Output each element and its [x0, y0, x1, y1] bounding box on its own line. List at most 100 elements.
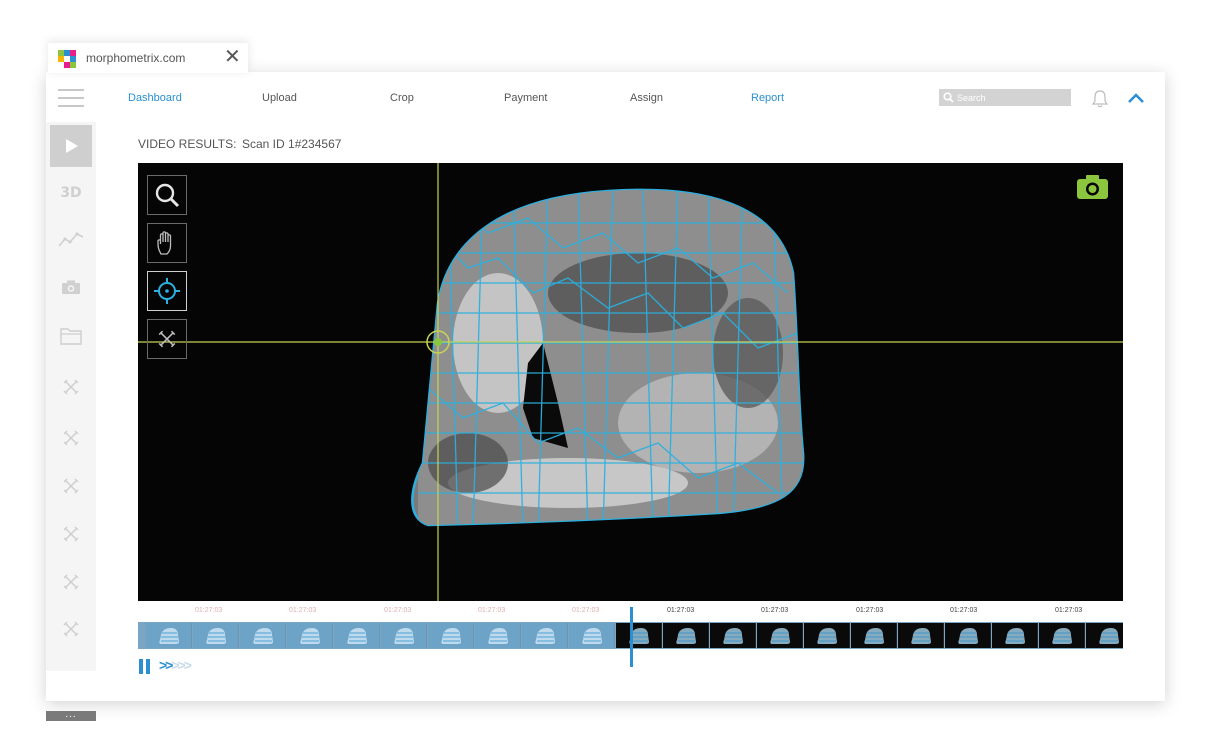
frame-thumbnail-icon — [487, 627, 508, 644]
timestamp-label: 01:27:03 — [950, 607, 978, 614]
video-frame-thumbnail[interactable] — [1086, 623, 1123, 648]
frame-thumbnail-icon — [957, 627, 978, 644]
sidebar-item-camera[interactable] — [50, 266, 92, 308]
nav-assign[interactable]: Assign — [630, 92, 663, 104]
tools-tool[interactable] — [147, 319, 187, 359]
zoom-icon — [155, 183, 180, 208]
video-frame-thumbnail[interactable] — [193, 623, 239, 648]
timestamp-label: 01:27:03 — [478, 607, 506, 614]
tools-icon — [63, 574, 79, 590]
close-icon[interactable]: ✕ — [224, 47, 241, 67]
frame-thumbnail-icon — [769, 627, 790, 644]
video-frame-thumbnail[interactable] — [616, 623, 662, 648]
video-frame-thumbnail[interactable] — [475, 623, 521, 648]
sidebar-item-tools-3[interactable] — [50, 465, 92, 507]
frame-thumbnail-icon — [863, 627, 884, 644]
tools-icon — [63, 430, 79, 446]
frame-thumbnail-icon — [1051, 627, 1072, 644]
video-frame-thumbnail[interactable] — [710, 623, 756, 648]
3d-icon: 3D — [60, 185, 82, 201]
video-viewer[interactable] — [138, 163, 1123, 601]
crosshair-tool[interactable] — [147, 271, 187, 311]
crosshair-icon — [154, 278, 180, 304]
video-frame-thumbnail[interactable] — [381, 623, 427, 648]
frame-thumbnail-icon — [346, 627, 367, 644]
frame-thumbnail-icon — [1098, 627, 1119, 644]
frame-thumbnail-icon — [581, 627, 602, 644]
nav-payment[interactable]: Payment — [504, 92, 547, 104]
timestamp-label: 01:27:03 — [1055, 607, 1083, 614]
scan-id: Scan ID 1#234567 — [242, 137, 342, 151]
hand-icon — [157, 231, 172, 255]
search-box[interactable] — [939, 89, 1071, 106]
sidebar-item-tools-1[interactable] — [50, 366, 92, 408]
pause-button[interactable] — [139, 659, 153, 674]
video-frame-thumbnail[interactable] — [334, 623, 380, 648]
video-frame-thumbnail[interactable] — [757, 623, 803, 648]
sidebar-item-folder[interactable] — [50, 315, 92, 357]
line-chart-icon — [58, 232, 84, 247]
video-frame-thumbnail[interactable] — [898, 623, 944, 648]
timestamp-label: 01:27:03 — [761, 607, 789, 614]
frame-thumbnail-icon — [675, 627, 696, 644]
video-frame-thumbnail[interactable] — [663, 623, 709, 648]
menu-icon[interactable] — [58, 89, 84, 107]
video-frame-thumbnail[interactable] — [1039, 623, 1085, 648]
video-frame-thumbnail[interactable] — [287, 623, 333, 648]
frame-thumbnail-icon — [252, 627, 273, 644]
bell-icon[interactable] — [1091, 89, 1109, 109]
tools-icon — [63, 478, 79, 494]
camera-icon[interactable] — [1077, 174, 1108, 199]
sidebar-item-tools-2[interactable] — [50, 417, 92, 459]
app-window: Dashboard Upload Crop Payment Assign Rep… — [46, 72, 1165, 721]
video-frame-thumbnail[interactable] — [522, 623, 568, 648]
timestamp-label: 01:27:03 — [856, 607, 884, 614]
timeline-playhead[interactable] — [629, 607, 633, 667]
ultrasound-image[interactable] — [138, 163, 1123, 601]
nav-crop[interactable]: Crop — [390, 92, 414, 104]
video-frame-thumbnail[interactable] — [804, 623, 850, 648]
pan-tool[interactable] — [147, 223, 187, 263]
camera-icon — [62, 280, 80, 294]
frame-thumbnail-icon — [722, 627, 743, 644]
search-input[interactable] — [957, 89, 1067, 106]
frame-thumbnail-icon — [205, 627, 226, 644]
sidebar-item-play[interactable] — [50, 125, 92, 167]
frame-thumbnail-icon — [158, 627, 179, 644]
play-icon — [66, 139, 78, 153]
tools-icon — [63, 526, 79, 542]
more-button[interactable]: ... — [46, 710, 96, 721]
sidebar-item-3d[interactable]: 3D — [50, 172, 92, 214]
chevron-up-icon[interactable] — [1127, 92, 1145, 104]
timestamp-label: 01:27:03 — [289, 607, 317, 614]
search-icon — [943, 92, 954, 103]
video-frame-thumbnail[interactable] — [240, 623, 286, 648]
video-frame-thumbnail[interactable] — [146, 623, 192, 648]
frame-thumbnail-icon — [299, 627, 320, 644]
nav-upload[interactable]: Upload — [262, 92, 297, 104]
sidebar-item-tools-5[interactable] — [50, 561, 92, 603]
sidebar-item-tools-4[interactable] — [50, 513, 92, 555]
video-frame-thumbnail[interactable] — [945, 623, 991, 648]
frame-thumbnail-icon — [1004, 627, 1025, 644]
frame-thumbnail-icon — [816, 627, 837, 644]
frame-thumbnail-icon — [910, 627, 931, 644]
video-frame-thumbnail[interactable] — [992, 623, 1038, 648]
fast-forward-icon: >>>>> — [159, 657, 192, 673]
nav-dashboard[interactable]: Dashboard — [128, 92, 182, 104]
sidebar: 3D ... — [46, 122, 96, 721]
video-frame-thumbnail[interactable] — [569, 623, 615, 648]
nav-report[interactable]: Report — [751, 92, 784, 104]
browser-tab[interactable]: morphometrix.com ✕ — [48, 43, 248, 73]
sidebar-item-chart[interactable] — [50, 218, 92, 260]
timestamp-label: 01:27:03 — [667, 607, 695, 614]
video-results-label: VIDEO RESULTS: — [138, 137, 237, 151]
folder-icon — [60, 328, 82, 345]
sidebar-item-tools-6[interactable] — [50, 608, 92, 650]
video-frame-thumbnail[interactable] — [851, 623, 897, 648]
timestamp-label: 01:27:03 — [572, 607, 600, 614]
zoom-tool[interactable] — [147, 175, 187, 215]
tools-icon — [158, 330, 176, 348]
fast-forward-button[interactable]: >>>>> — [159, 657, 192, 673]
video-frame-thumbnail[interactable] — [428, 623, 474, 648]
